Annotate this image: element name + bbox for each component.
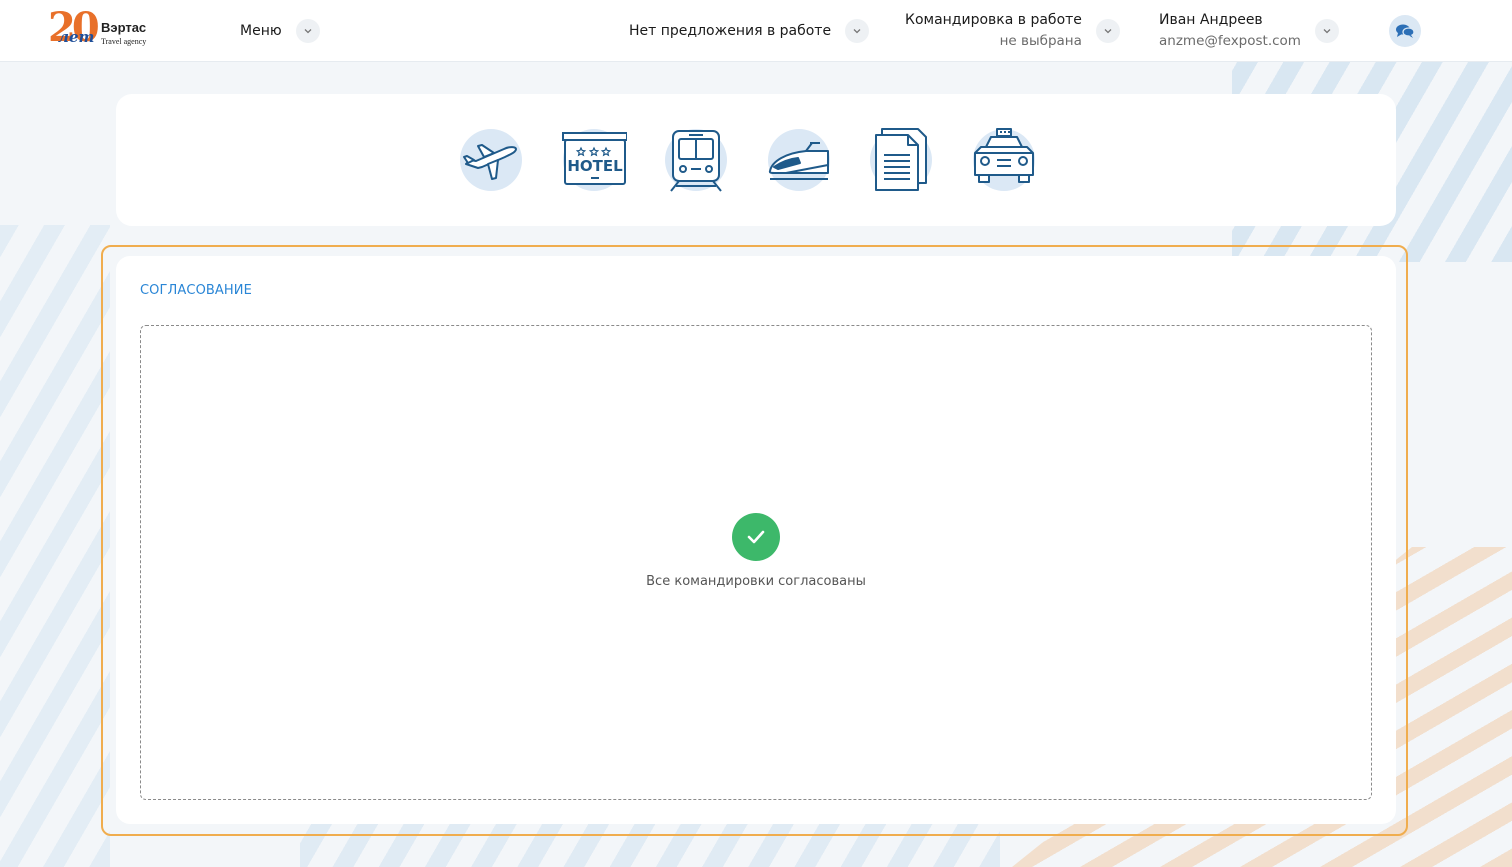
trip-value: не выбрана [999,33,1082,49]
airplane-icon [463,144,517,180]
approval-title: СОГЛАСОВАНИЕ [140,283,252,298]
chat-icon [1396,24,1415,38]
chevron-down-icon[interactable] [1095,19,1120,43]
company-logo[interactable]: 20 лет Вэртас Travel agency [48,6,158,54]
chevron-down-icon[interactable] [845,19,870,43]
chat-button[interactable] [1389,15,1421,47]
menu-dropdown[interactable]: Меню [240,0,320,62]
offer-dropdown[interactable]: Нет предложения в работе [629,0,870,62]
service-train[interactable] [663,127,729,193]
service-taxi[interactable] [971,127,1037,193]
hotel-icon: HOTEL [562,132,627,185]
logo-years-text: лет [58,28,95,46]
service-hotel[interactable]: HOTEL [561,127,627,193]
hotel-icon-label: HOTEL [567,157,623,175]
trip-dropdown[interactable]: Командировка в работе не выбрана [905,0,1120,62]
user-dropdown[interactable]: Иван Андреев anzme@fexpost.com [1159,0,1339,62]
user-email: anzme@fexpost.com [1159,33,1301,49]
logo-subtitle: Travel agency [101,37,147,46]
taxi-icon [974,128,1034,183]
trip-info: Командировка в работе не выбрана [905,10,1082,52]
top-header: 20 лет Вэртас Travel agency Меню Нет пре… [0,0,1512,62]
approval-section: СОГЛАСОВАНИЕ Все командировки согласован… [116,256,1396,824]
train-icon [670,130,722,192]
approval-list-empty-state: Все командировки согласованы [140,325,1372,800]
user-name: Иван Андреев [1159,12,1263,28]
chevron-down-icon[interactable] [1314,19,1339,43]
service-airplane[interactable] [458,127,524,193]
trip-title: Командировка в работе [905,12,1082,28]
success-check-icon [732,513,780,561]
user-info: Иван Андреев anzme@fexpost.com [1159,10,1301,52]
empty-state-message: Все командировки согласованы [646,574,866,589]
services-panel: HOTEL [116,94,1396,226]
offer-label: Нет предложения в работе [629,23,832,39]
logo-company-name: Вэртас [101,20,147,35]
chevron-down-icon[interactable] [295,19,320,43]
document-icon [875,128,927,191]
decor-stripes-left [0,225,110,867]
high-speed-train-icon [768,142,829,180]
service-document[interactable] [868,127,934,193]
service-high-speed-train[interactable] [766,127,832,193]
menu-label: Меню [240,23,282,39]
